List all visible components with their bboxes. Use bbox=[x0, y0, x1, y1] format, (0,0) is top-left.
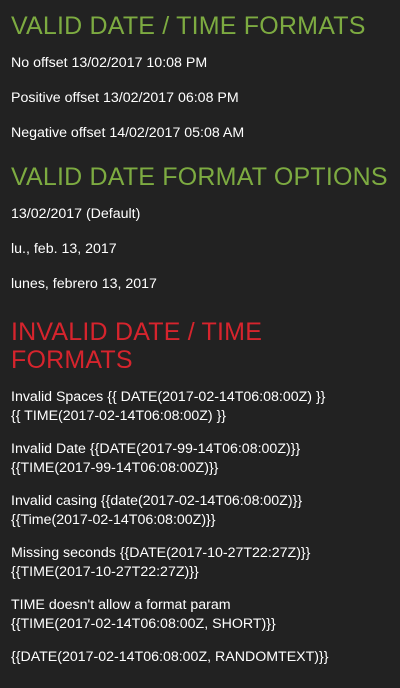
long-date-format-text: lunes, febrero 13, 2017 bbox=[11, 276, 157, 292]
positive-offset-text: Positive offset 13/02/2017 06:08 PM bbox=[11, 90, 239, 106]
missing-seconds-line-2: {{TIME(2017-10-27T22:27Z)}} bbox=[11, 564, 199, 580]
invalid-spaces-line-1: Invalid Spaces {{ DATE(2017-02-14T06:08:… bbox=[11, 389, 326, 405]
missing-seconds-line-1: Missing seconds {{DATE(2017-10-27T22:27Z… bbox=[11, 545, 311, 561]
short-date-format-text: lu., feb. 13, 2017 bbox=[11, 241, 117, 257]
invalid-casing-line-2: {{Time(2017-02-14T06:08:00Z)}} bbox=[11, 512, 216, 528]
valid-date-format-options-heading: VALID DATE FORMAT OPTIONS bbox=[11, 163, 388, 191]
negative-offset-text: Negative offset 14/02/2017 05:08 AM bbox=[11, 125, 245, 141]
valid-datetime-formats-heading: VALID DATE / TIME FORMATS bbox=[11, 12, 366, 40]
time-format-param-line-2: {{TIME(2017-02-14T06:08:00Z, SHORT)}} bbox=[11, 616, 276, 632]
time-format-param-line-1: TIME doesn't allow a format param bbox=[11, 597, 231, 613]
missing-seconds-text: Missing seconds {{DATE(2017-10-27T22:27Z… bbox=[11, 544, 388, 582]
invalid-spaces-text: Invalid Spaces {{ DATE(2017-02-14T06:08:… bbox=[11, 388, 388, 426]
card-content: VALID DATE / TIME FORMATS No offset 13/0… bbox=[0, 12, 400, 667]
invalid-casing-line-1: Invalid casing {{date(2017-02-14T06:08:0… bbox=[11, 493, 303, 509]
invalid-date-text: Invalid Date {{DATE(2017-99-14T06:08:00Z… bbox=[11, 440, 388, 478]
invalid-spaces-line-2: {{ TIME(2017-02-14T06:08:00Z) }} bbox=[11, 408, 227, 424]
invalid-casing-text: Invalid casing {{date(2017-02-14T06:08:0… bbox=[11, 492, 388, 530]
invalid-datetime-formats-heading: INVALID DATE / TIME FORMATS bbox=[11, 318, 263, 374]
time-format-param-text: TIME doesn't allow a format param {{TIME… bbox=[11, 596, 388, 634]
default-date-format-text: 13/02/2017 (Default) bbox=[11, 206, 141, 222]
invalid-date-line-1: Invalid Date {{DATE(2017-99-14T06:08:00Z… bbox=[11, 441, 301, 457]
no-offset-text: No offset 13/02/2017 10:08 PM bbox=[11, 55, 208, 71]
date-randomtext-text: {{DATE(2017-02-14T06:08:00Z, RANDOMTEXT)… bbox=[11, 648, 388, 667]
invalid-date-line-2: {{TIME(2017-99-14T06:08:00Z)}} bbox=[11, 460, 219, 476]
date-randomtext-line-1: {{DATE(2017-02-14T06:08:00Z, RANDOMTEXT)… bbox=[11, 649, 329, 665]
